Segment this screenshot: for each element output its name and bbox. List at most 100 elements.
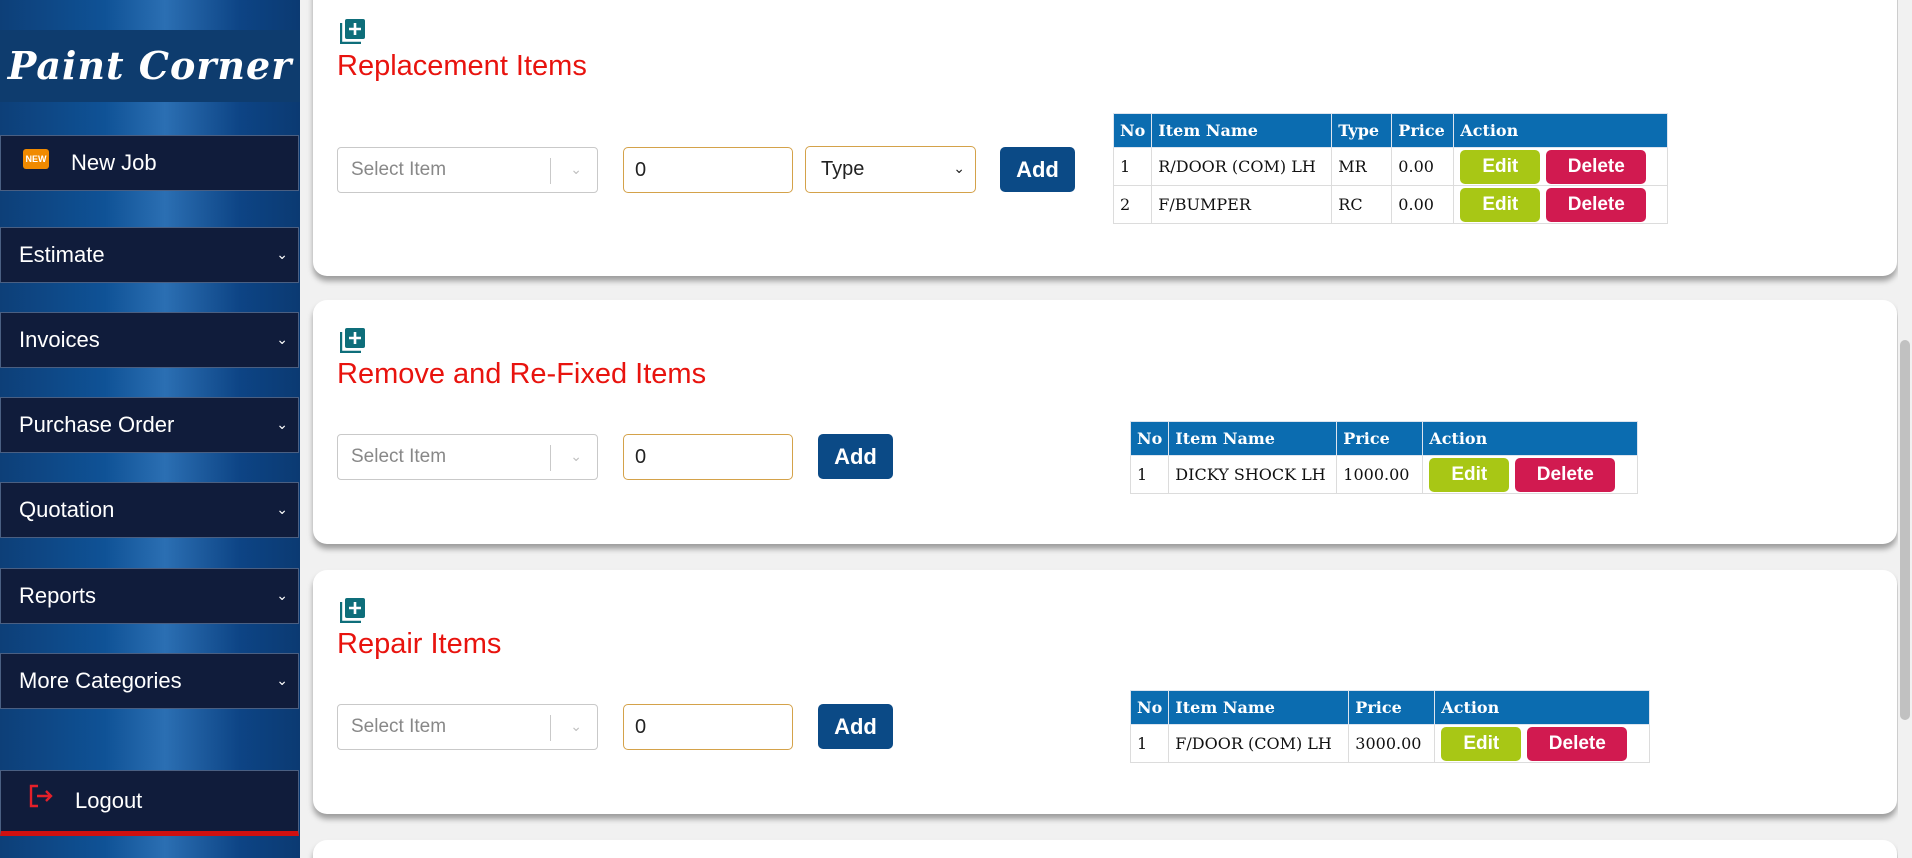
column-header: Item Name xyxy=(1168,421,1338,456)
edit-button[interactable]: Edit xyxy=(1460,187,1541,222)
scrollbar-thumb[interactable] xyxy=(1900,340,1910,720)
type-select-value: Type xyxy=(821,158,865,180)
column-header: Action xyxy=(1453,113,1669,148)
delete-button[interactable]: Delete xyxy=(1546,149,1647,184)
sidebar-item-label: Purchase Order xyxy=(19,412,175,437)
item-select[interactable]: Select Item ⌄ xyxy=(337,434,598,480)
column-header: Price xyxy=(1348,690,1436,725)
chevron-down-icon: ⌄ xyxy=(276,501,288,517)
cell-action: Edit Delete xyxy=(1453,147,1669,186)
delete-button[interactable]: Delete xyxy=(1546,187,1647,222)
column-header: Action xyxy=(1434,690,1651,725)
quantity-input[interactable] xyxy=(623,434,793,480)
sidebar: Paint Corner NEW New Job Estimate ⌄ Invo… xyxy=(0,0,300,858)
select-placeholder: Select Item xyxy=(351,446,447,467)
sidebar-item-quotation[interactable]: Quotation ⌄ xyxy=(0,482,299,538)
add-box-icon[interactable] xyxy=(340,18,366,44)
item-select[interactable]: Select Item ⌄ xyxy=(337,704,598,750)
cell-action: Edit Delete xyxy=(1434,724,1651,763)
sidebar-item-label: Logout xyxy=(75,788,143,813)
section-title: Remove and Re-Fixed Items xyxy=(337,358,707,390)
sidebar-item-label: More Categories xyxy=(19,668,182,693)
table-row: 1 DICKY SHOCK LH 1000.00 Edit Delete xyxy=(1129,455,1639,494)
chevron-down-icon: ⌄ xyxy=(570,448,582,464)
next-card xyxy=(313,840,1897,858)
cell-item-name: F/BUMPER xyxy=(1151,185,1333,224)
logout-button[interactable]: Logout xyxy=(0,770,299,836)
section-title: Repair Items xyxy=(337,628,502,660)
chevron-down-icon: ⌄ xyxy=(276,246,288,262)
replacement-card: Replacement Items Select Item ⌄ Type ⌄ A… xyxy=(313,0,1897,276)
delete-button[interactable]: Delete xyxy=(1515,457,1616,492)
edit-button[interactable]: Edit xyxy=(1441,726,1522,761)
item-select[interactable]: Select Item ⌄ xyxy=(337,147,598,193)
table-row: 1 R/DOOR (COM) LH MR 0.00 Edit Delete xyxy=(1112,147,1669,186)
cell-item-name: DICKY SHOCK LH xyxy=(1168,455,1338,494)
add-button[interactable]: Add xyxy=(1000,147,1075,192)
table-row: 2 F/BUMPER RC 0.00 Edit Delete xyxy=(1112,185,1669,224)
cell-no: 2 xyxy=(1112,185,1153,224)
sidebar-item-estimate[interactable]: Estimate ⌄ xyxy=(0,227,299,283)
cell-item-name: R/DOOR (COM) LH xyxy=(1151,147,1333,186)
cell-price: 0.00 xyxy=(1391,185,1455,224)
add-box-icon[interactable] xyxy=(340,327,366,353)
repair-table: No Item Name Price Action 1 F/DOOR (COM)… xyxy=(1129,690,1651,763)
column-header: No xyxy=(1129,690,1170,725)
chevron-down-icon: ⌄ xyxy=(953,160,965,176)
chevron-down-icon: ⌄ xyxy=(276,416,288,432)
sidebar-item-label: Quotation xyxy=(19,497,115,522)
cell-no: 1 xyxy=(1129,455,1170,494)
column-header: Item Name xyxy=(1168,690,1350,725)
divider xyxy=(550,158,551,184)
chevron-down-icon: ⌄ xyxy=(276,587,288,603)
cell-type: MR xyxy=(1331,147,1393,186)
column-header: Price xyxy=(1336,421,1424,456)
sidebar-item-purchase-order[interactable]: Purchase Order ⌄ xyxy=(0,397,299,453)
cell-no: 1 xyxy=(1112,147,1153,186)
repair-card: Repair Items Select Item ⌄ Add No Item N… xyxy=(313,570,1897,814)
delete-button[interactable]: Delete xyxy=(1527,726,1628,761)
cell-price: 0.00 xyxy=(1391,147,1455,186)
type-select[interactable]: Type ⌄ xyxy=(805,146,976,193)
column-header: No xyxy=(1129,421,1170,456)
add-box-icon[interactable] xyxy=(340,597,366,623)
sidebar-item-new-job[interactable]: NEW New Job xyxy=(0,135,299,191)
select-placeholder: Select Item xyxy=(351,159,447,180)
cell-action: Edit Delete xyxy=(1422,455,1639,494)
quantity-input[interactable] xyxy=(623,704,793,750)
chevron-down-icon: ⌄ xyxy=(276,331,288,347)
sidebar-item-label: Estimate xyxy=(19,242,105,267)
new-badge-icon: NEW xyxy=(23,149,49,169)
column-header: Type xyxy=(1331,113,1393,148)
cell-no: 1 xyxy=(1129,724,1170,763)
divider xyxy=(550,445,551,471)
sidebar-item-more-categories[interactable]: More Categories ⌄ xyxy=(0,653,299,709)
section-title: Replacement Items xyxy=(337,50,587,82)
add-button[interactable]: Add xyxy=(818,434,893,479)
column-header: Action xyxy=(1422,421,1639,456)
add-button[interactable]: Add xyxy=(818,704,893,749)
table-header-row: No Item Name Price Action xyxy=(1129,421,1639,456)
chevron-down-icon: ⌄ xyxy=(276,672,288,688)
remove-refix-table: No Item Name Price Action 1 DICKY SHOCK … xyxy=(1129,421,1639,494)
sidebar-item-label: Invoices xyxy=(19,327,100,352)
chevron-down-icon: ⌄ xyxy=(570,718,582,734)
scrollbar[interactable] xyxy=(1898,0,1912,858)
table-header-row: No Item Name Type Price Action xyxy=(1112,113,1669,148)
cell-action: Edit Delete xyxy=(1453,185,1669,224)
sidebar-item-label: New Job xyxy=(71,150,157,175)
table-row: 1 F/DOOR (COM) LH 3000.00 Edit Delete xyxy=(1129,724,1651,763)
edit-button[interactable]: Edit xyxy=(1460,149,1541,184)
column-header: No xyxy=(1112,113,1153,148)
cell-item-name: F/DOOR (COM) LH xyxy=(1168,724,1350,763)
edit-button[interactable]: Edit xyxy=(1429,457,1510,492)
chevron-down-icon: ⌄ xyxy=(570,161,582,177)
replacement-table: No Item Name Type Price Action 1 R/DOOR … xyxy=(1112,113,1669,224)
cell-price: 1000.00 xyxy=(1336,455,1424,494)
sidebar-item-reports[interactable]: Reports ⌄ xyxy=(0,568,299,624)
quantity-input[interactable] xyxy=(623,147,793,193)
cell-type: RC xyxy=(1331,185,1393,224)
logout-icon xyxy=(29,784,53,808)
sidebar-item-invoices[interactable]: Invoices ⌄ xyxy=(0,312,299,368)
table-header-row: No Item Name Price Action xyxy=(1129,690,1651,725)
